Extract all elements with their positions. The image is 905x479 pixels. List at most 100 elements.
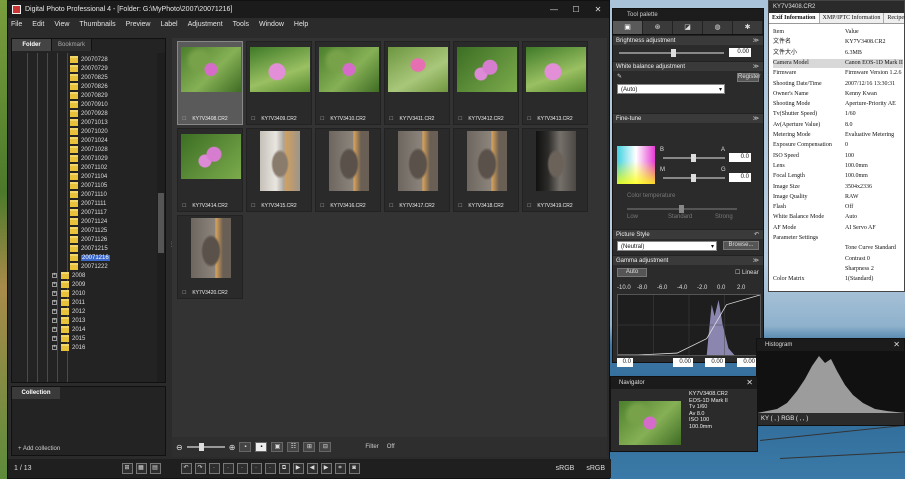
finetune-ba-slider[interactable] <box>663 154 725 162</box>
rating-1-icon[interactable]: · <box>208 463 220 474</box>
zoom-out-icon[interactable]: ⊖ <box>176 443 183 452</box>
folder-item[interactable]: +2009 <box>52 280 85 289</box>
view-medium-button[interactable]: ▪ <box>255 442 268 452</box>
folder-item[interactable]: +2016 <box>52 343 85 352</box>
zoom-slider[interactable] <box>186 443 225 451</box>
gamma-value-1[interactable]: 0.0 <box>617 358 633 367</box>
rotate-right-icon[interactable]: ↷ <box>194 463 206 474</box>
finetune-value-2[interactable]: 0.0 <box>729 173 751 182</box>
brightness-slider[interactable] <box>619 49 724 57</box>
compare-icon[interactable]: ⧉ <box>278 463 290 474</box>
folder-item[interactable]: 20071104 <box>70 172 107 181</box>
view-large-button[interactable]: ▣ <box>271 442 284 452</box>
folder-item[interactable]: +2015 <box>52 334 85 343</box>
zoom-slider-knob[interactable] <box>198 443 204 451</box>
expand-icon[interactable]: + <box>52 318 57 323</box>
white-balance-section[interactable]: White balance adjustment ≫ <box>613 61 763 71</box>
tab-crop[interactable]: ◪ <box>673 21 703 34</box>
close-icon[interactable]: ✕ <box>893 340 900 349</box>
thumbnail-item[interactable]: ☐ KY7V3411.CR2 <box>384 41 450 125</box>
tab-color[interactable]: ◍ <box>703 21 733 34</box>
view-small-button[interactable]: ▪ <box>239 442 252 452</box>
tab-settings[interactable]: ✱ <box>733 21 763 34</box>
tab-xmp[interactable]: XMP/IPTC Information <box>820 13 885 23</box>
close-icon[interactable]: ✕ <box>587 1 609 18</box>
slider-knob[interactable] <box>679 205 684 213</box>
folder-item[interactable]: +2010 <box>52 289 85 298</box>
color-wheel[interactable] <box>617 146 655 184</box>
finetune-value-1[interactable]: 0.0 <box>729 153 751 162</box>
menu-edit[interactable]: Edit <box>32 21 44 28</box>
slider-knob[interactable] <box>691 154 696 162</box>
add-collection-button[interactable]: + Add collection <box>18 446 60 452</box>
folder-item[interactable]: +2013 <box>52 316 85 325</box>
brightness-section[interactable]: Brightness adjustment ≫ <box>613 35 763 45</box>
edit-view-icon[interactable]: ▤ <box>149 463 161 474</box>
brightness-value[interactable]: 0.00 <box>729 48 751 57</box>
menu-window[interactable]: Window <box>259 21 284 28</box>
view-detail-button[interactable]: ⊟ <box>319 442 332 452</box>
next-icon[interactable]: ▶ <box>320 463 332 474</box>
expand-icon[interactable]: + <box>52 273 57 278</box>
folder-item[interactable]: 20071126 <box>70 235 107 244</box>
thumbnail-item[interactable]: ☐ KY7V3413.CR2 <box>522 41 588 125</box>
folder-scrollbar[interactable] <box>157 53 165 382</box>
tab-bookmark[interactable]: Bookmark <box>52 39 92 51</box>
play-icon[interactable]: ▶ <box>292 463 304 474</box>
folder-item[interactable]: 20070829 <box>70 91 108 100</box>
folder-item[interactable]: 20071013 <box>70 118 108 127</box>
folder-item[interactable]: 20071125 <box>70 226 107 235</box>
picture-style-dropdown[interactable]: (Neutral) ▾ <box>617 241 717 251</box>
view-list-button[interactable]: ☷ <box>287 442 300 452</box>
folder-item[interactable]: +2014 <box>52 325 85 334</box>
gamma-value-2[interactable]: 0.00 <box>673 358 693 367</box>
close-icon[interactable]: ✕ <box>746 378 753 387</box>
crop-icon[interactable]: ⌗ <box>334 463 346 474</box>
menu-thumbnails[interactable]: Thumbnails <box>79 21 115 28</box>
gamma-value-4[interactable]: 0.00 <box>737 358 757 367</box>
menu-tools[interactable]: Tools <box>233 21 249 28</box>
folder-item[interactable]: 20070728 <box>70 55 108 64</box>
gamma-value-3[interactable]: 0.00 <box>705 358 725 367</box>
thumbnail-item[interactable]: ☐ KY7V3420.CR2 <box>177 215 243 299</box>
expand-icon[interactable]: + <box>52 300 57 305</box>
tab-folder[interactable]: Folder <box>12 39 52 51</box>
folder-item[interactable]: 20070729 <box>70 64 108 73</box>
tab-lens[interactable]: ⊛ <box>643 21 673 34</box>
folder-item[interactable]: 20071028 <box>70 145 108 154</box>
picture-style-section[interactable]: Picture Style ↶ <box>613 229 763 239</box>
folder-item[interactable]: 20070928 <box>70 109 108 118</box>
gamma-section[interactable]: Gamma adjustment ≫ <box>613 255 763 265</box>
folder-item[interactable]: 20071111 <box>70 199 106 208</box>
prev-icon[interactable]: ◀ <box>306 463 318 474</box>
finetune-mg-slider[interactable] <box>663 174 725 182</box>
menu-help[interactable]: Help <box>294 21 308 28</box>
folder-item[interactable]: +2008 <box>52 271 85 280</box>
gamma-graph[interactable] <box>617 294 761 356</box>
expand-icon[interactable]: + <box>52 336 57 341</box>
menu-adjustment[interactable]: Adjustment <box>188 21 223 28</box>
folder-item[interactable]: 20071105 <box>70 181 107 190</box>
rating-5-icon[interactable]: · <box>264 463 276 474</box>
thumbnail-item[interactable]: ☐ KY7V3416.CR2 <box>315 128 381 212</box>
folder-item[interactable]: 20071110 <box>70 190 107 199</box>
folder-item[interactable]: 20071216 <box>70 253 110 262</box>
folder-item[interactable]: 20071029 <box>70 154 108 163</box>
undo-icon[interactable]: ↶ <box>754 230 759 240</box>
view-grid-button[interactable]: ⊞ <box>303 442 316 452</box>
tab-raw[interactable]: ▣ <box>613 21 643 34</box>
folder-item[interactable]: 20071102 <box>70 163 107 172</box>
menu-view[interactable]: View <box>54 21 69 28</box>
thumbnail-item[interactable]: ☐ KY7V3409.CR2 <box>246 41 312 125</box>
rating-3-icon[interactable]: · <box>236 463 248 474</box>
folder-item[interactable]: 20070910 <box>70 100 108 109</box>
register-button[interactable]: Register <box>737 73 760 82</box>
thumbnail-item[interactable]: ☐ KY7V3418.CR2 <box>453 128 519 212</box>
folder-item[interactable]: 20070825 <box>70 73 108 82</box>
folder-item[interactable]: 20071020 <box>70 127 108 136</box>
folder-item[interactable]: +2011 <box>52 298 85 307</box>
eyedropper-icon[interactable]: ✎ <box>617 73 622 80</box>
grid-view-icon[interactable]: ⊞ <box>121 463 133 474</box>
rotate-left-icon[interactable]: ↶ <box>180 463 192 474</box>
thumbnail-item[interactable]: ☐ KY7V3414.CR2 <box>177 128 243 212</box>
